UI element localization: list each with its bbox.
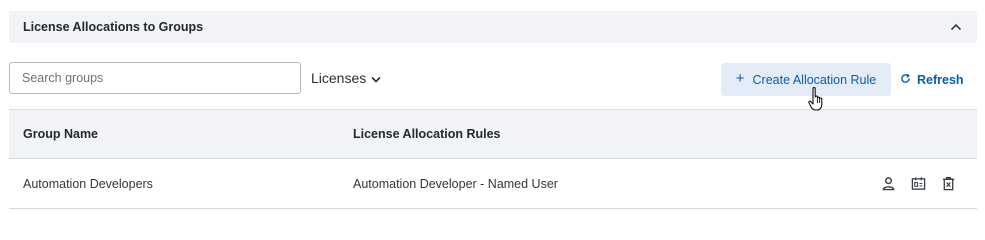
row-actions: [880, 176, 977, 192]
create-allocation-rule-button[interactable]: + Create Allocation Rule: [721, 63, 891, 96]
group-allocations-table: Group Name License Allocation Rules Auto…: [9, 109, 977, 209]
license-card-icon[interactable]: [910, 176, 926, 192]
section-header[interactable]: License Allocations to Groups: [9, 11, 977, 43]
chevron-up-icon[interactable]: [949, 20, 963, 34]
column-header-license-allocation-rules[interactable]: License Allocation Rules: [339, 127, 977, 141]
delete-icon[interactable]: [940, 176, 956, 192]
plus-icon: +: [735, 70, 745, 87]
section-title: License Allocations to Groups: [23, 20, 204, 34]
column-header-group-name[interactable]: Group Name: [9, 127, 339, 141]
licenses-dropdown[interactable]: Licenses: [311, 62, 381, 94]
table-header: Group Name License Allocation Rules: [9, 109, 977, 159]
refresh-button[interactable]: Refresh: [900, 63, 970, 96]
refresh-icon: [900, 73, 911, 87]
user-icon[interactable]: [880, 176, 896, 192]
search-groups-input[interactable]: [9, 62, 301, 94]
refresh-label: Refresh: [917, 72, 964, 87]
table-row[interactable]: Automation Developers Automation Develop…: [9, 159, 977, 209]
group-name-cell: Automation Developers: [23, 176, 153, 191]
license-rule-cell: Automation Developer - Named User: [353, 176, 558, 191]
chevron-down-icon: [371, 70, 381, 86]
create-allocation-rule-label: Create Allocation Rule: [752, 72, 877, 87]
licenses-dropdown-label: Licenses: [311, 70, 367, 86]
